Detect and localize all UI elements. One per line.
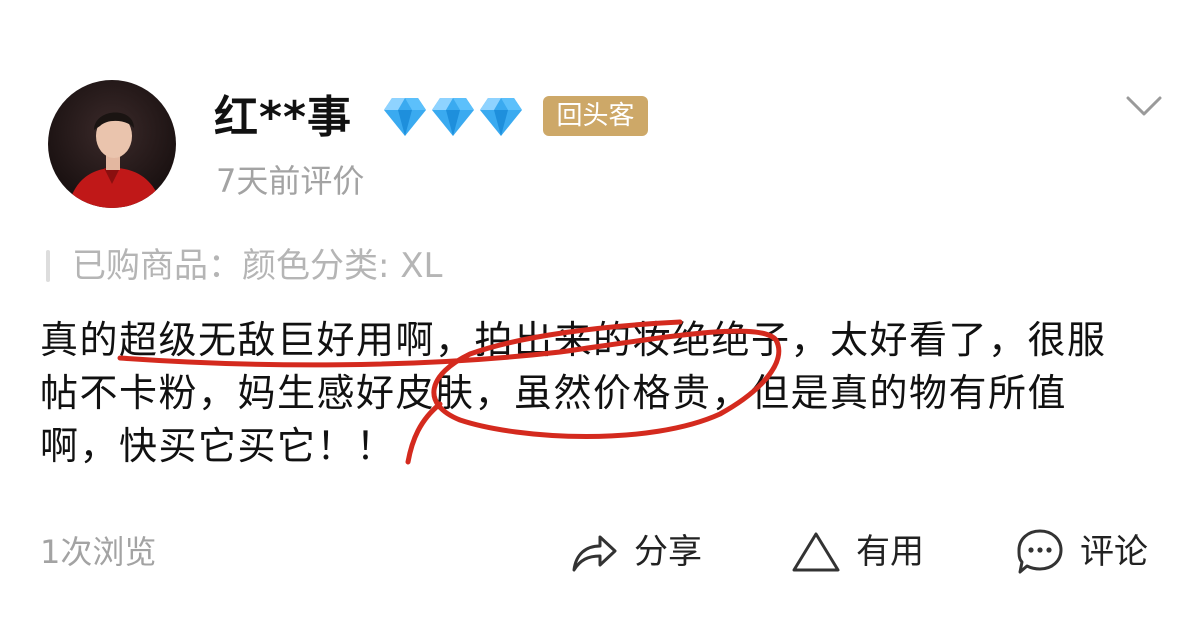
share-button[interactable]: 分享	[568, 524, 702, 580]
review-text: 真的超级无敌巨好用啊，拍出来的妆绝绝子，太好看了，很服帖不卡粉，妈生感好皮肤，虽…	[40, 318, 1107, 468]
comment-bubble-icon	[1017, 529, 1063, 574]
repeat-customer-badge: 回头客	[543, 96, 648, 136]
diamond-icon	[384, 98, 426, 136]
review-time: 7天前评价	[216, 162, 365, 200]
share-label: 分享	[634, 532, 702, 572]
useful-label: 有用	[856, 532, 924, 572]
comment-button[interactable]: 评论	[1014, 524, 1148, 580]
avatar-photo	[48, 80, 176, 208]
share-arrow-icon	[572, 535, 617, 572]
diamond-icon	[432, 98, 474, 136]
chevron-down-icon[interactable]	[1124, 92, 1164, 120]
diamond-icon	[480, 98, 522, 136]
useful-button[interactable]: 有用	[790, 524, 924, 580]
level-badges	[382, 94, 524, 138]
username: 红**事	[214, 92, 353, 143]
purchased-item-label: 已购商品：颜色分类: XL	[72, 246, 443, 286]
avatar[interactable]	[48, 80, 176, 208]
triangle-icon	[792, 532, 840, 572]
view-count: 1次浏览	[40, 533, 157, 571]
purchased-item: 已购商品：颜色分类: XL	[46, 244, 443, 288]
divider	[46, 250, 50, 282]
comment-label: 评论	[1080, 532, 1148, 572]
